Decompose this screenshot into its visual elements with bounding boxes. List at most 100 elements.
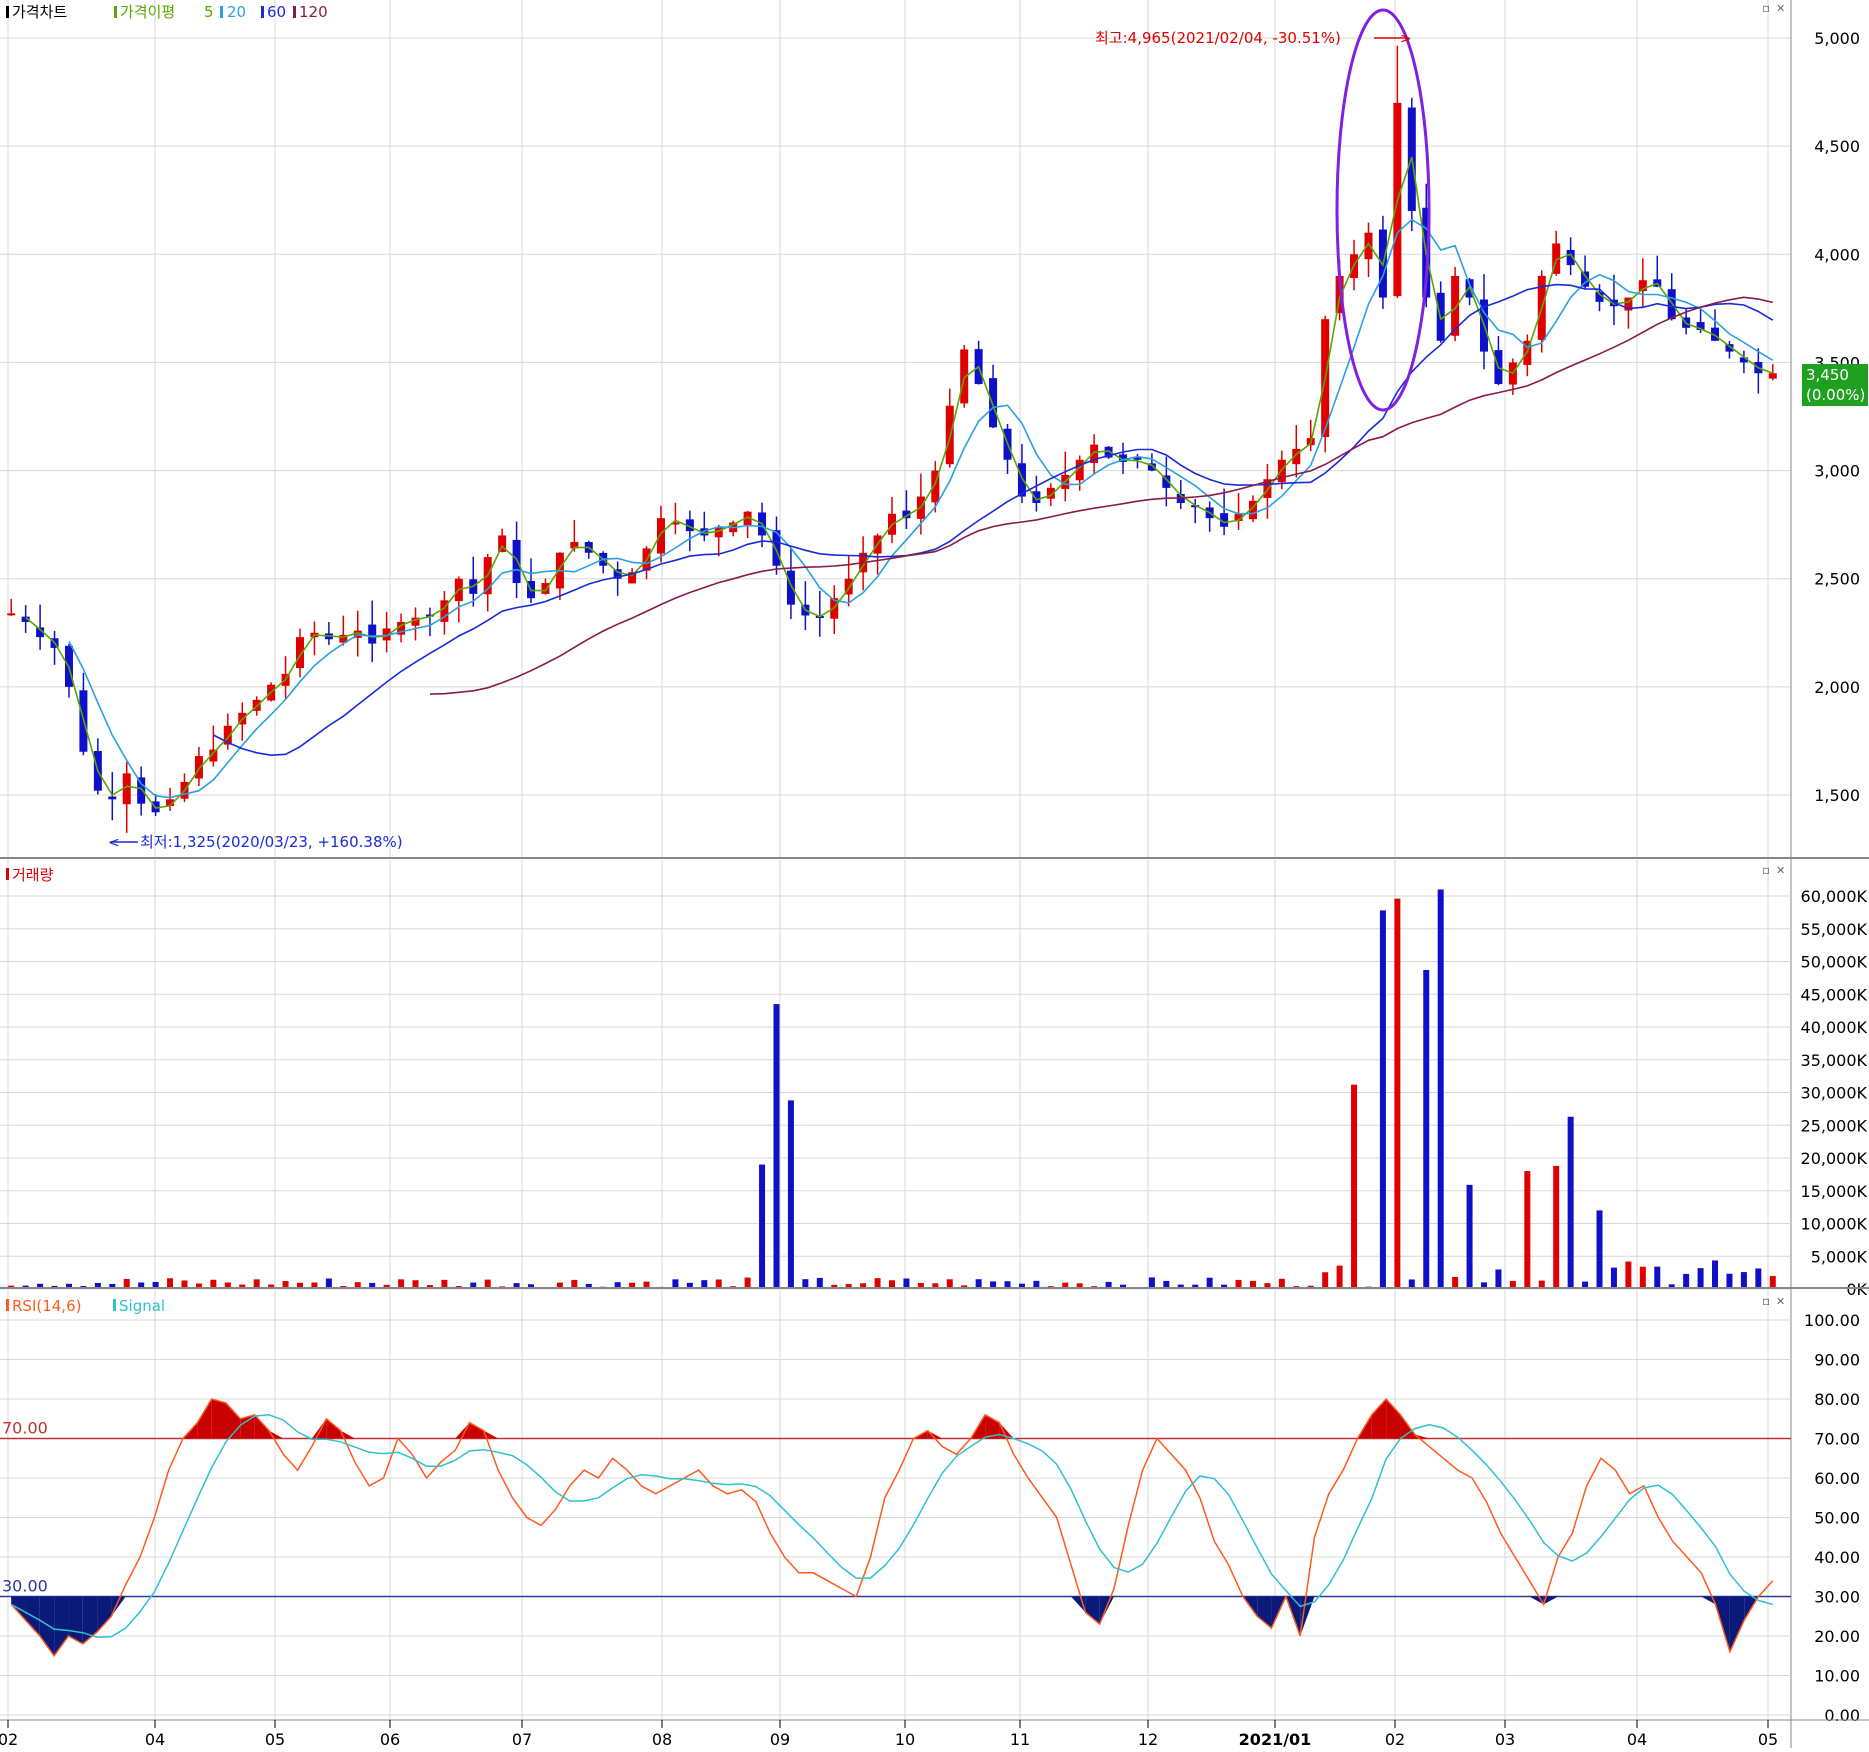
volume-bar (1697, 1268, 1704, 1289)
price-ytick-label: 4,000 (1814, 245, 1860, 264)
volume-close-icon[interactable]: ✕ (1776, 864, 1785, 877)
rsi-legend: RSI(14,6) (12, 1297, 81, 1315)
volume-ytick-label: 20,000K (1801, 1149, 1868, 1168)
volume-bar (1610, 1267, 1617, 1289)
volume-bar (1524, 1171, 1531, 1289)
candle-body (1364, 232, 1373, 260)
rsi-overbought-fill (927, 1430, 943, 1439)
chart-window: 5,000 4,500 4,000 3,500 3,000 2,500 2,000 1,500… (0, 0, 1869, 1749)
x-tick-label: 07 (512, 1730, 532, 1748)
volume-ytick-label: 5,000K (1811, 1247, 1868, 1266)
volume-minimize-icon[interactable]: ▫ (1762, 863, 1770, 877)
rsi-ytick-label: 0.00 (1824, 1706, 1860, 1725)
rsi-ytick-label: 100.00 (1804, 1311, 1860, 1330)
volume-bar (773, 1004, 780, 1289)
volume-panel: 60,000K 55,000K 50,000K 45,000K 40,000K 35,00… (0, 860, 1869, 1299)
volume-ytick-label: 35,000K (1801, 1051, 1868, 1070)
rsi-overbought-fill (1386, 1399, 1401, 1439)
volume-bar (1495, 1269, 1502, 1289)
candle-body (1768, 373, 1777, 379)
ma120-legend: 120 (299, 3, 328, 21)
volume-ytick-label: 30,000K (1801, 1084, 1868, 1103)
rsi-ytick-label: 30.00 (1814, 1588, 1860, 1607)
low-arrow-icon: < (108, 835, 120, 851)
volume-ytick-label: 25,000K (1801, 1116, 1868, 1135)
candle-body (1032, 491, 1041, 504)
volume-bar (1553, 1165, 1560, 1289)
high-arrow-icon: > (1400, 31, 1412, 47)
volume-bar (1654, 1266, 1661, 1289)
rsi-overbought-fill (469, 1422, 484, 1439)
volume-bar (1740, 1272, 1747, 1289)
rsi-minimize-icon[interactable]: ▫ (1762, 1294, 1770, 1308)
ma60-legend: 60 (267, 3, 286, 21)
rsi-level-label: 70.00 (2, 1419, 48, 1438)
volume-bar (1322, 1272, 1329, 1289)
price-ytick-label: 3,000 (1814, 462, 1860, 481)
rsi-oversold-fill (1085, 1596, 1100, 1625)
volume-ytick-label: 45,000K (1801, 985, 1868, 1004)
volume-ytick-label: 15,000K (1801, 1182, 1868, 1201)
ma5-legend: 5 (204, 3, 214, 21)
x-tick-label: 10 (895, 1730, 915, 1748)
volume-bar (1437, 889, 1444, 1289)
rsi-overbought-fill (254, 1414, 269, 1439)
rsi-ytick-label: 60.00 (1814, 1469, 1860, 1488)
x-tick-label: 02 (1385, 1730, 1405, 1748)
x-tick-label: 02 (0, 1730, 18, 1748)
candle-body (541, 583, 550, 594)
signal-legend: Signal (119, 1297, 165, 1315)
rsi-panel: 70.00 30.00 100.00 90.00 80.00 70.00 60.00 50.… (0, 1290, 1869, 1725)
volume-bar (1683, 1273, 1690, 1289)
volume-ytick-label: 40,000K (1801, 1018, 1868, 1037)
volume-bar (1423, 970, 1430, 1289)
price-ytick-label: 4,500 (1814, 137, 1860, 156)
low-annotation: 최저:1,325(2020/03/23, +160.38%) (140, 833, 403, 851)
volume-bar (1567, 1116, 1574, 1289)
price-close-icon[interactable]: ✕ (1776, 2, 1785, 15)
candle-body (512, 539, 521, 584)
volume-bar (1726, 1273, 1733, 1289)
candle-body (989, 378, 998, 428)
volume-bar (1394, 898, 1401, 1289)
volume-bar (1755, 1268, 1762, 1289)
candle-body (137, 777, 146, 804)
x-tick-label: 04 (1627, 1730, 1647, 1748)
candle-body (786, 570, 795, 605)
rsi-overbought-fill (211, 1399, 226, 1439)
candle-body (194, 756, 203, 779)
volume-bar (1712, 1260, 1719, 1289)
volume-bar (759, 1164, 766, 1289)
x-tick-label: 2021/01 (1239, 1730, 1312, 1748)
chart-canvas: 5,0004,5004,0003,5003,0002,5002,0001,500… (0, 0, 1869, 1749)
price-ytick-label: 2,500 (1814, 570, 1860, 589)
volume-bar (1639, 1266, 1646, 1289)
x-tick-label: 03 (1495, 1730, 1515, 1748)
candle-body (7, 613, 16, 616)
x-tick-label: 05 (1758, 1730, 1778, 1748)
rsi-ytick-label: 10.00 (1814, 1667, 1860, 1686)
rsi-overbought-fill (1371, 1399, 1387, 1439)
rsi-oversold-fill (1257, 1596, 1272, 1629)
x-tick-label: 11 (1010, 1730, 1030, 1748)
x-tick-label: 05 (265, 1730, 285, 1748)
price-ytick-label: 5,000 (1814, 29, 1860, 48)
rsi-ytick-label: 40.00 (1814, 1548, 1860, 1567)
last-price: 3,450 (1806, 366, 1849, 384)
rsi-oversold-fill (97, 1596, 112, 1633)
price-ytick-label: 2,000 (1814, 678, 1860, 697)
rsi-ytick-label: 20.00 (1814, 1627, 1860, 1646)
x-tick-label: 04 (145, 1730, 165, 1748)
x-axis: 02 04 05 06 07 08 09 10 11 12 2021/01 02 03 04 05 (0, 1720, 1778, 1749)
price-minimize-icon[interactable]: ▫ (1762, 1, 1770, 15)
rsi-ytick-label: 80.00 (1814, 1390, 1860, 1409)
rsi-close-icon[interactable]: ✕ (1776, 1295, 1785, 1308)
last-change: (0.00%) (1806, 386, 1865, 404)
ma-legend-label: 가격이평 (120, 3, 175, 21)
volume-bar (1625, 1261, 1632, 1289)
rsi-ytick-label: 90.00 (1814, 1351, 1860, 1370)
x-tick-label: 12 (1138, 1730, 1158, 1748)
volume-bar (1596, 1210, 1603, 1289)
volume-bar (1351, 1084, 1358, 1289)
volume-bar (1379, 910, 1386, 1289)
